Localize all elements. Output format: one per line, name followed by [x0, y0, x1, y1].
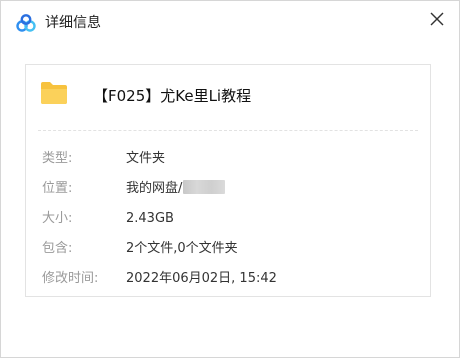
title-bar[interactable]: 详细信息 [1, 1, 459, 41]
detail-label: 修改时间: [42, 271, 99, 286]
folder-icon [40, 81, 68, 105]
baidu-netdisk-logo-icon [15, 13, 37, 35]
detail-value: 2022年06月02日, 15:42 [126, 271, 277, 286]
detail-row-contains: 包含: 2个文件,0个文件夹 [42, 239, 412, 259]
detail-row-modified: 修改时间: 2022年06月02日, 15:42 [42, 269, 412, 289]
detail-value: 2.43GB [126, 211, 174, 226]
detail-value: 文件夹 [126, 151, 166, 166]
redacted-path-block [183, 180, 226, 194]
close-icon[interactable] [425, 7, 449, 31]
detail-label: 位置: [42, 181, 73, 196]
file-name: 【F025】尤Ke里Li教程 [93, 87, 252, 105]
details-dialog: 详细信息 【F025】尤Ke里Li教程 类型: 文件夹 位置: 我的网盘/ 大小… [0, 0, 460, 358]
dialog-title: 详细信息 [45, 15, 101, 31]
detail-value: 2个文件,0个文件夹 [126, 241, 238, 256]
detail-row-size: 大小: 2.43GB [42, 209, 412, 229]
detail-value-location: 我的网盘/ [126, 179, 226, 199]
detail-row-location: 位置: 我的网盘/ [42, 179, 412, 199]
detail-row-type: 类型: 文件夹 [42, 149, 412, 169]
location-path: 我的网盘/ [126, 181, 183, 196]
detail-label: 大小: [42, 211, 73, 226]
detail-label: 包含: [42, 241, 73, 256]
details-card: 【F025】尤Ke里Li教程 类型: 文件夹 位置: 我的网盘/ 大小: 2.4… [25, 64, 431, 297]
divider [38, 130, 418, 131]
detail-label: 类型: [42, 151, 73, 166]
